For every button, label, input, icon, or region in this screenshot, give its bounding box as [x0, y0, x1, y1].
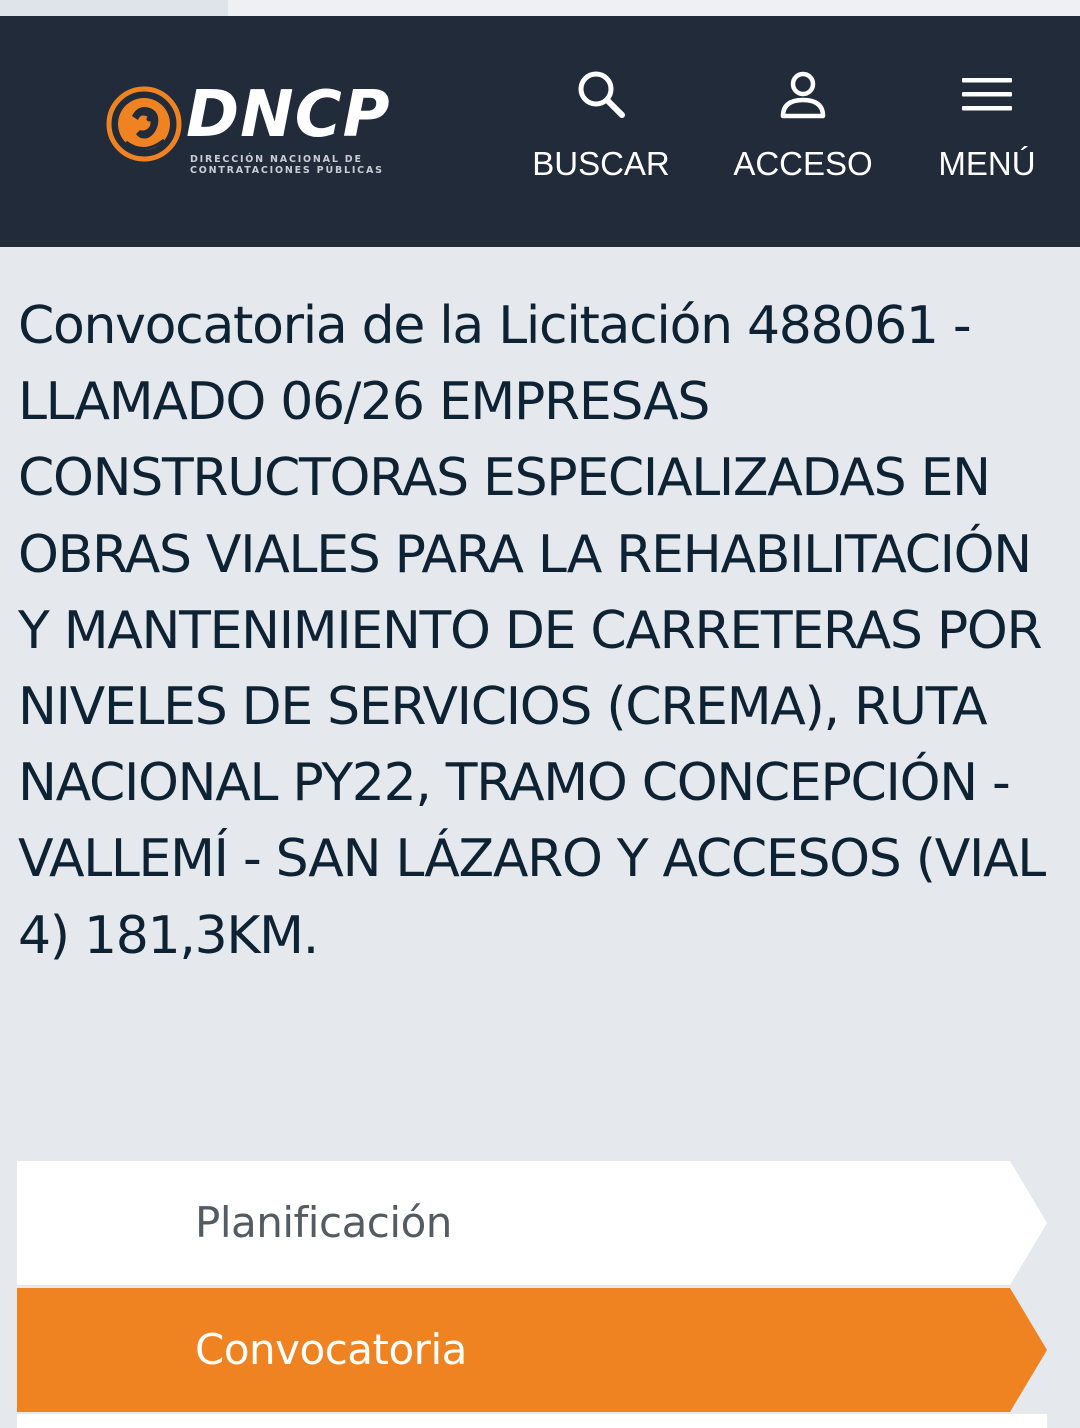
menu-label: MENÚ	[938, 145, 1036, 182]
lion-emblem-icon	[106, 86, 182, 162]
search-icon	[578, 71, 625, 118]
browser-tab-shade	[0, 0, 228, 16]
top-strip	[0, 0, 1080, 16]
step-planificacion[interactable]: Planificación	[17, 1161, 1047, 1285]
step-label: Convocatoria	[195, 1325, 467, 1374]
step-arrow-shape	[17, 1161, 1047, 1285]
logo-wordmark: DNCP	[186, 78, 391, 152]
search-button[interactable]: BUSCAR	[520, 66, 682, 206]
access-label: ACCESO	[733, 145, 873, 182]
next-step-edge	[17, 1414, 1047, 1428]
logo-subtitle-line1: DIRECCIÓN NACIONAL DE	[190, 154, 363, 165]
menu-button[interactable]: MENÚ	[922, 66, 1052, 206]
logo-subtitle-line2: CONTRATACIONES PÚBLICAS	[190, 165, 384, 176]
access-button[interactable]: ACCESO	[722, 66, 884, 206]
user-icon	[780, 71, 826, 119]
site-header: DNCP DIRECCIÓN NACIONAL DE CONTRATACIONES…	[0, 16, 1080, 247]
search-label: BUSCAR	[532, 145, 670, 182]
dncp-logo[interactable]: DNCP DIRECCIÓN NACIONAL DE CONTRATACIONES…	[106, 78, 406, 182]
logo-subtitle: DIRECCIÓN NACIONAL DE CONTRATACIONES PÚBL…	[190, 154, 384, 176]
step-arrow-shape	[17, 1288, 1047, 1412]
step-label: Planificación	[195, 1198, 452, 1247]
step-convocatoria[interactable]: Convocatoria	[17, 1288, 1047, 1412]
hamburger-icon	[962, 78, 1012, 111]
page-title: Convocatoria de la Licitación 488061 - L…	[18, 296, 1046, 966]
